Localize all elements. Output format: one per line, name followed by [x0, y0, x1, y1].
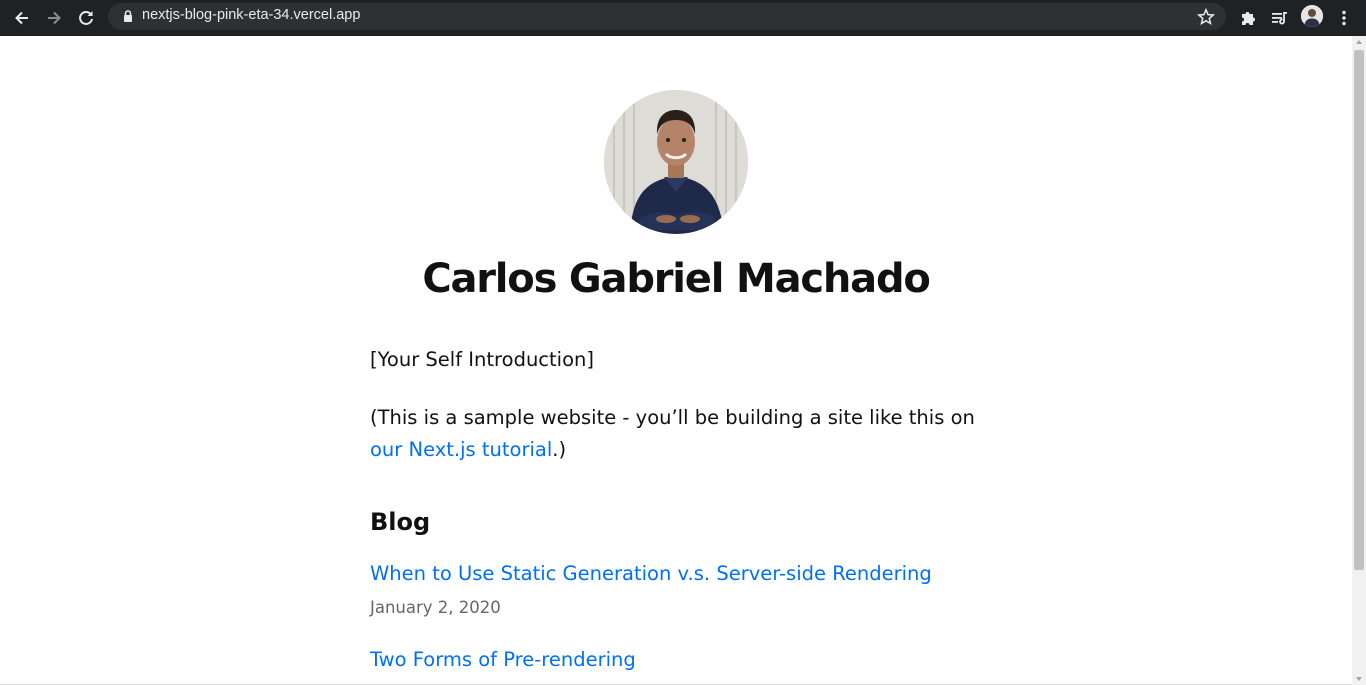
avatar[interactable] [1301, 5, 1323, 27]
blog-heading: Blog [370, 508, 431, 536]
browser-menu-button[interactable] [1330, 4, 1358, 32]
reload-button[interactable] [72, 4, 100, 32]
kebab-menu-icon [1342, 10, 1346, 26]
address-bar[interactable]: nextjs-blog-pink-eta-34.vercel.app [108, 3, 1226, 30]
url-text[interactable]: nextjs-blog-pink-eta-34.vercel.app [142, 7, 360, 23]
vertical-scrollbar[interactable] [1352, 36, 1366, 685]
sample-note: (This is a sample website - you’ll be bu… [370, 402, 982, 466]
media-controls-button[interactable] [1265, 4, 1293, 32]
arrow-left-icon [15, 11, 28, 25]
scroll-down-arrow-icon[interactable] [1356, 677, 1362, 681]
post-date: January 2, 2020 [370, 598, 501, 617]
sample-note-suffix: .) [552, 438, 567, 461]
arrow-right-icon [48, 11, 61, 25]
list-item: Two Forms of Pre-rendering [370, 648, 982, 671]
list-item: When to Use Static Generation v.s. Serve… [370, 562, 982, 585]
profile-avatar-icon [1301, 5, 1323, 27]
post-title-link[interactable]: Two Forms of Pre-rendering [370, 648, 636, 671]
browser-toolbar: nextjs-blog-pink-eta-34.vercel.app [0, 0, 1366, 36]
lock-icon [124, 10, 132, 22]
playlist-icon [1272, 12, 1287, 25]
extensions-button[interactable] [1234, 4, 1262, 32]
sample-note-prefix: (This is a sample website - you’ll be bu… [370, 406, 975, 429]
page-title: Carlos Gabriel Machado [422, 256, 931, 302]
profile-photo [604, 90, 748, 234]
profile-photo-image [604, 90, 748, 234]
self-introduction: [Your Self Introduction] [370, 348, 594, 371]
post-title-link[interactable]: When to Use Static Generation v.s. Serve… [370, 562, 932, 585]
page-viewport: Carlos Gabriel Machado [Your Self Introd… [0, 36, 1352, 685]
back-button[interactable] [8, 4, 36, 32]
scroll-up-arrow-icon[interactable] [1356, 40, 1362, 44]
reload-icon [79, 10, 93, 25]
nextjs-tutorial-link[interactable]: our Next.js tutorial [370, 438, 552, 461]
scrollbar-thumb[interactable] [1354, 50, 1364, 570]
star-icon[interactable] [1196, 7, 1216, 27]
puzzle-icon [1242, 12, 1255, 25]
forward-button[interactable] [40, 4, 68, 32]
